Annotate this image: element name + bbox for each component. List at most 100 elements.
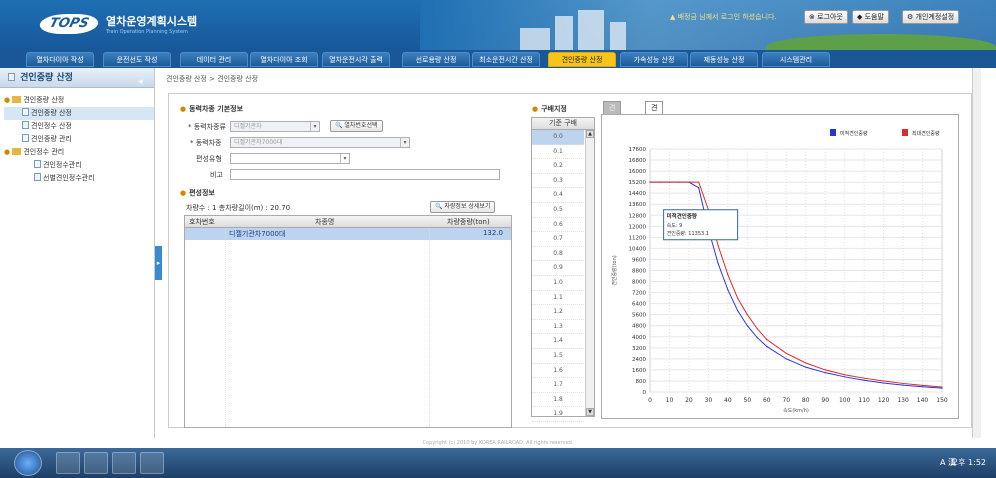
power-type-select[interactable]: 디젤기관차 ▾ [230,121,320,132]
data-point [766,338,768,341]
tab-1[interactable]: 열차다이아 작성 [26,52,94,67]
personal-settings-button[interactable]: ⚙ 개인계정설정 [902,10,960,24]
tab-5[interactable]: 열차운전시각 출력 [322,52,390,67]
gradient-value[interactable]: 0.3 [532,174,584,189]
data-point [737,297,739,299]
sidebar-item-label: 견인정수관리 [43,161,82,169]
tab-9[interactable]: 가속성능 산정 [620,52,688,67]
sidebar-item[interactable]: 견인중량 관리 [4,133,154,146]
formation-type-select[interactable]: ▾ [230,153,350,164]
table-row[interactable]: 디젤기관차7000대 132.0 [185,228,511,240]
tab-towing-curve[interactable]: 견인특성곡선 [645,101,664,177]
help-button[interactable]: ◆ 도움말 [852,10,889,24]
expand-icon[interactable]: ● [4,96,12,104]
logout-button[interactable]: ⊗ 로그아웃 [804,10,848,24]
app-taskbar-icon[interactable] [140,452,164,474]
x-tick-label: 50 [744,397,752,404]
legend-swatch [902,129,908,136]
gradient-value[interactable]: 1.0 [532,276,584,291]
scroll-up-icon[interactable]: ▲ [586,130,594,138]
chevron-down-icon: ▾ [340,154,349,163]
y-tick-label: 16800 [629,158,647,164]
gradient-value[interactable]: 1.9 [532,407,584,422]
page-scrollbar[interactable] [972,68,981,438]
y-tick-label: 4800 [632,324,646,330]
left-sidebar: 견인중량 산정 ◂ ● 견인중량 산정 견인중량 산정 견인정수 산정 견인중량 관리… [0,68,155,438]
data-point [844,374,846,376]
gradient-value[interactable]: 1.7 [532,378,584,393]
train-number-select-button[interactable]: 🔍 열차번호선택 [330,120,383,132]
gradient-value[interactable]: 0.7 [532,232,584,247]
power-info-title: ● 동력차종 기본정보 [180,105,244,113]
gradient-value[interactable]: 1.5 [532,349,584,364]
sidebar-item[interactable]: ● 견인중량 산정 [4,94,154,107]
column-header: 호차번호 [189,218,215,226]
y-tick-label: 2400 [632,357,646,363]
tops-logo: TOPS [37,14,101,34]
start-button[interactable] [14,450,42,476]
tab-towing-weight[interactable]: 견인중량 [603,101,622,151]
explorer-taskbar-icon[interactable] [84,452,108,474]
gradient-value[interactable]: 1.3 [532,320,584,335]
data-point [785,358,787,360]
gradient-header: 기준 구배 [532,118,594,130]
data-point [746,314,748,316]
collapse-icon[interactable]: ◂ [138,72,148,87]
y-axis-label: 견인중량(ton) [611,255,618,286]
x-tick-label: 80 [802,397,810,404]
tab-7[interactable]: 최소운전시간 산정 [472,52,540,67]
x-tick-label: 140 [917,397,929,404]
gradient-scrollbar[interactable]: ▲ ▼ [585,130,594,416]
expand-icon[interactable]: ● [4,148,12,156]
gradient-value[interactable]: 0.2 [532,159,584,174]
pane-splitter-handle[interactable]: ▸ [155,246,162,280]
tab-6[interactable]: 선로용량 산정 [402,52,470,67]
sidebar-header: 견인중량 산정 ◂ [0,68,154,88]
gradient-value[interactable]: 1.1 [532,291,584,306]
data-point [921,384,924,386]
gradient-value[interactable]: 0.9 [532,261,584,276]
note-input[interactable] [230,169,500,180]
y-tick-label: 14400 [629,191,647,197]
gradient-value[interactable]: 0.0 [532,130,584,145]
sidebar-item[interactable]: 선별견인정수관리 [4,172,154,185]
data-point [785,352,787,354]
gradient-value[interactable]: 1.4 [532,334,584,349]
data-point [688,181,690,183]
data-point [883,382,885,384]
tab-2[interactable]: 운전선도 작성 [103,52,171,67]
gradient-value[interactable]: 1.6 [532,364,584,379]
sidebar-item[interactable]: ● 견인정수 관리 [4,146,154,159]
doc-icon [22,121,29,129]
chart-panel: 0 10 20 30 40 50 60 70 80 90 100 110 120 130 140 150 0 80… [601,114,959,419]
gradient-value[interactable]: 1.8 [532,393,584,408]
ie-taskbar-icon[interactable] [56,452,80,474]
gradient-value[interactable]: 0.8 [532,247,584,262]
tab-4[interactable]: 열차다이아 조회 [250,52,318,67]
data-point [717,262,719,265]
gradient-value[interactable]: 1.2 [532,305,584,320]
tab-3[interactable]: 데이터 관리 [180,52,248,67]
gradient-value[interactable]: 0.5 [532,203,584,218]
sidebar-item[interactable]: 견인정수관리 [4,159,154,172]
power-type-label: * 동력차종류 [188,123,226,131]
gradient-value[interactable]: 0.4 [532,188,584,203]
media-taskbar-icon[interactable] [112,452,136,474]
gradient-value[interactable]: 0.1 [532,145,584,160]
scroll-down-icon[interactable]: ▼ [586,408,594,416]
sidebar-item[interactable]: 견인정수 산정 [4,120,154,133]
data-point [717,245,719,247]
tab-8[interactable]: 견인중량 산정 [548,52,616,67]
sidebar-item[interactable]: 견인중량 산정 [4,107,154,120]
vehicle-detail-button[interactable]: 🔍 차량정보 상세보기 [430,201,496,213]
gradient-value[interactable]: 0.6 [532,218,584,233]
chevron-down-icon: ▾ [400,138,409,147]
data-point [863,377,865,379]
tab-10[interactable]: 제동성능 산정 [690,52,758,67]
gradient-title: ● 구배지정 [532,105,567,113]
tab-11[interactable]: 시스템관리 [762,52,830,67]
y-tick-label: 11200 [629,235,647,241]
y-tick-label: 8000 [632,280,646,286]
tooltip-line: 견인중량: 11353.1 [667,230,709,237]
power-car-select[interactable]: 디젤기관차7000대 ▾ [230,137,410,148]
